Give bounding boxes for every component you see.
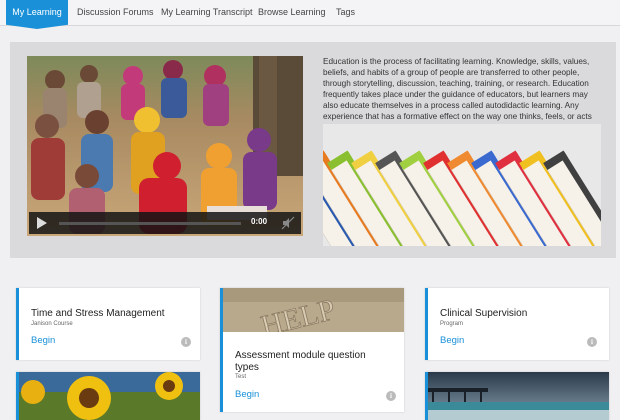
card-title: Assessment module question types xyxy=(235,350,366,373)
top-navigation: My Learning Discussion Forums My Learnin… xyxy=(0,0,620,26)
sunflower-image xyxy=(19,372,200,420)
tab-my-learning-transcript[interactable]: My Learning Transcript xyxy=(161,0,253,26)
card-subtitle: Program xyxy=(440,321,464,327)
video-time: 0:00 xyxy=(251,217,268,226)
video-controls: 0:00 xyxy=(29,212,301,234)
course-card-sunflower[interactable] xyxy=(16,372,200,420)
course-card-pier[interactable] xyxy=(425,372,609,420)
tab-tags[interactable]: Tags xyxy=(336,0,355,26)
tab-browse-learning[interactable]: Browse Learning xyxy=(258,0,326,26)
hero-description: Education is the process of facilitating… xyxy=(323,57,592,121)
play-icon[interactable] xyxy=(37,217,47,229)
course-card-clinical-supervision[interactable]: Clinical Supervision Program Begin i xyxy=(425,288,609,360)
pier-image xyxy=(428,372,609,420)
hero-banner: 0:00 Education is the process of facilit… xyxy=(10,42,616,258)
card-title: Time and Stress Management xyxy=(31,308,165,319)
card-subtitle: Janison Course xyxy=(31,321,73,327)
tab-discussion-forums[interactable]: Discussion Forums xyxy=(77,0,154,26)
course-card-time-stress[interactable]: Time and Stress Management Janison Cours… xyxy=(16,288,200,360)
card-title: Clinical Supervision xyxy=(440,308,528,319)
video-thumbnail-children xyxy=(27,56,303,236)
video-player[interactable]: 0:00 xyxy=(27,56,303,236)
books-illustration xyxy=(323,124,601,246)
course-card-assessment[interactable]: HELP Assessment module question types Te… xyxy=(220,288,404,412)
info-icon[interactable]: i xyxy=(181,337,191,347)
video-progress-bar[interactable] xyxy=(59,222,241,225)
begin-link[interactable]: Begin xyxy=(235,389,259,400)
card-subtitle: Test xyxy=(235,374,247,380)
tab-my-learning[interactable]: My Learning xyxy=(6,0,68,24)
books-image xyxy=(323,124,601,246)
begin-link[interactable]: Begin xyxy=(440,335,464,346)
info-icon[interactable]: i xyxy=(386,391,396,401)
begin-link[interactable]: Begin xyxy=(31,335,55,346)
mute-icon[interactable] xyxy=(281,216,295,230)
info-icon[interactable]: i xyxy=(587,337,597,347)
sand-help-image: HELP xyxy=(223,288,404,332)
